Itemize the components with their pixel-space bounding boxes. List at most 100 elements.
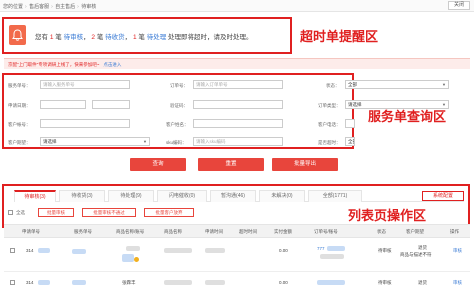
row-apply-no: 314 bbox=[26, 280, 34, 285]
reset-button[interactable]: 重置 bbox=[198, 158, 264, 171]
status-label: 状态： bbox=[326, 83, 340, 88]
row-customer-desire: 退货 bbox=[418, 245, 427, 250]
customer-name-input[interactable] bbox=[193, 119, 283, 128]
status-select[interactable]: 全部 ▼ bbox=[345, 80, 449, 89]
apply-date-end-input[interactable] bbox=[92, 100, 130, 109]
batch-reject-button[interactable]: 批量审核不通过 bbox=[82, 208, 136, 217]
verify-code-label: 验证码： bbox=[170, 103, 188, 108]
column-header-operation: 操作 bbox=[450, 229, 459, 234]
table-row[interactable]: 314 0.00 777 待审核 退货 商品与描述不符 审核 bbox=[4, 238, 470, 272]
row-customer-name: 张霖丰 bbox=[122, 280, 136, 285]
row-amount: 0.00 bbox=[279, 248, 288, 253]
order-type-label: 订单类型： bbox=[318, 103, 341, 108]
row-product-account-blurred bbox=[126, 246, 140, 251]
list-zone-label: 列表页操作区 bbox=[348, 208, 427, 223]
sku-input[interactable]: 请输入sku编码 bbox=[193, 137, 283, 146]
tab-pending-process[interactable]: 待处理(9) bbox=[108, 190, 154, 202]
status-tabs: 待审核(3) 待收货(3) 待处理(9) 闪电催收(0) 暂沟通(46) 未解决… bbox=[14, 190, 464, 202]
close-button[interactable]: 关闭 bbox=[448, 1, 470, 10]
column-header-product-name: 商品名称 bbox=[164, 229, 182, 234]
customer-account-input[interactable] bbox=[40, 119, 130, 128]
row-status: 待审核 bbox=[378, 280, 392, 285]
notice-more-link[interactable]: 点击进入 bbox=[103, 62, 121, 67]
row-order-no[interactable]: 777 bbox=[317, 246, 325, 251]
pending-review-link[interactable]: 待审核 bbox=[64, 34, 84, 41]
row-product-image bbox=[122, 254, 134, 262]
customer-desire-select[interactable]: 请选择 ▼ bbox=[40, 137, 150, 146]
order-type-select-value: 请选择 bbox=[348, 102, 362, 107]
verify-code-input[interactable] bbox=[193, 100, 283, 109]
customer-account-label: 客户帐号： bbox=[8, 122, 31, 127]
table-row[interactable]: 314 张霖丰 0.00 待审核 退货 审核 bbox=[4, 272, 470, 290]
chevron-down-icon: ▼ bbox=[143, 139, 147, 144]
row-service-no-blurred bbox=[72, 249, 86, 254]
customer-desire-label: 客户期望： bbox=[8, 140, 31, 145]
customer-phone-label: 客户电话： bbox=[318, 122, 341, 127]
tab-all[interactable]: 全部(1771) bbox=[308, 190, 362, 202]
select-all-checkbox[interactable] bbox=[8, 210, 13, 215]
tab-unresolved[interactable]: 未解决(0) bbox=[259, 190, 305, 202]
breadcrumb-item-current: 待审核 bbox=[81, 4, 97, 10]
pending-receipt-count: 2 bbox=[91, 34, 95, 41]
order-type-select[interactable]: 请选择 ▼ bbox=[345, 100, 449, 109]
column-header-overtime: 超时时间 bbox=[239, 229, 257, 234]
pending-process-count: 1 bbox=[132, 34, 137, 41]
service-no-input[interactable]: 请输入服务单号 bbox=[40, 80, 130, 89]
system-config-button[interactable]: 系统配置 bbox=[422, 191, 464, 201]
tab-communicating[interactable]: 暂沟通(46) bbox=[210, 190, 256, 202]
column-header-apply-no: 申请单号 bbox=[22, 229, 40, 234]
customer-name-label: 客户姓名： bbox=[166, 122, 189, 127]
service-no-label: 服务单号： bbox=[8, 83, 31, 88]
row-badge-icon bbox=[134, 257, 139, 262]
breadcrumb-item-aftersale[interactable]: 自主售后 bbox=[55, 4, 75, 10]
row-amount: 0.00 bbox=[279, 280, 288, 285]
overtime-filter-label: 是否超时： bbox=[318, 140, 341, 145]
overtime-zone-label: 超时单提醒区 bbox=[300, 29, 379, 44]
notice-text: 京配"上门取件"专项调研上线了，快来参加吧~ bbox=[8, 62, 100, 67]
select-all-label: 全选 bbox=[16, 210, 25, 215]
row-checkbox[interactable] bbox=[10, 280, 15, 285]
table-header: 申请单号 服务单号 商品名称/账号 商品名称 申请时间 超时时间 实付金额 订单… bbox=[4, 224, 470, 238]
pending-receipt-link[interactable]: 待收货 bbox=[105, 34, 125, 41]
chevron-down-icon: ▼ bbox=[442, 102, 446, 107]
query-button[interactable]: 查询 bbox=[130, 158, 186, 171]
apply-date-start-input[interactable] bbox=[40, 100, 86, 109]
pending-process-link[interactable]: 待处理 bbox=[147, 34, 167, 41]
row-product-name-blurred bbox=[164, 280, 192, 285]
column-header-service-no: 服务单号 bbox=[74, 229, 92, 234]
breadcrumb-item-home[interactable]: 您的位置 bbox=[3, 4, 23, 10]
tab-flash-collect[interactable]: 闪电催收(0) bbox=[157, 190, 207, 202]
overtime-alert-text: 您有 1 笔 待审核， 2 笔 待收货， 1 笔 待处理 处理即将超时，请及时处… bbox=[35, 34, 253, 41]
row-order-no-blurred bbox=[327, 246, 345, 251]
breadcrumb-bar: 您的位置 › 售后客服 › 自主售后 › 待审核 关闭 bbox=[0, 0, 474, 12]
overtime-filter-select-value: 全部 bbox=[348, 139, 354, 144]
chevron-down-icon: ▼ bbox=[442, 82, 446, 87]
row-apply-no-blurred bbox=[38, 280, 50, 285]
pending-review-count: 1 bbox=[49, 34, 54, 41]
row-review-link[interactable]: 审核 bbox=[453, 280, 462, 286]
breadcrumb-item-service[interactable]: 售后客服 bbox=[29, 4, 49, 10]
row-review-link[interactable]: 审核 bbox=[453, 248, 462, 254]
order-no-input[interactable]: 请输入订单单号 bbox=[193, 80, 283, 89]
breadcrumb: 您的位置 › 售后客服 › 自主售后 › 待审核 bbox=[3, 4, 97, 10]
column-header-amount: 实付金额 bbox=[274, 229, 292, 234]
row-apply-time-blurred bbox=[205, 280, 225, 285]
row-status: 待审核 bbox=[378, 248, 392, 253]
batch-approve-button[interactable]: 批量审核 bbox=[38, 208, 74, 217]
customer-phone-input[interactable] bbox=[345, 119, 355, 128]
row-apply-no-blurred bbox=[38, 248, 50, 253]
row-apply-no: 314 bbox=[26, 248, 34, 253]
column-header-product-account: 商品名称/账号 bbox=[116, 229, 145, 234]
batch-customer-abandon-button[interactable]: 批量客户放弃 bbox=[144, 208, 194, 217]
row-product-name-blurred bbox=[164, 248, 192, 253]
column-header-status: 状态 bbox=[377, 229, 386, 234]
row-checkbox[interactable] bbox=[10, 248, 15, 253]
tab-pending-review[interactable]: 待审核(3) bbox=[14, 190, 56, 202]
export-button[interactable]: 批量导出 bbox=[272, 158, 338, 171]
row-service-no-blurred bbox=[72, 280, 86, 285]
row-order-no-blurred bbox=[317, 280, 345, 285]
tab-pending-receipt[interactable]: 待收货(3) bbox=[59, 190, 105, 202]
overtime-filter-select[interactable]: 全部 bbox=[345, 137, 355, 146]
sku-label: sku编码： bbox=[166, 140, 187, 145]
column-header-order-no: 订单号/账号 bbox=[314, 229, 338, 234]
